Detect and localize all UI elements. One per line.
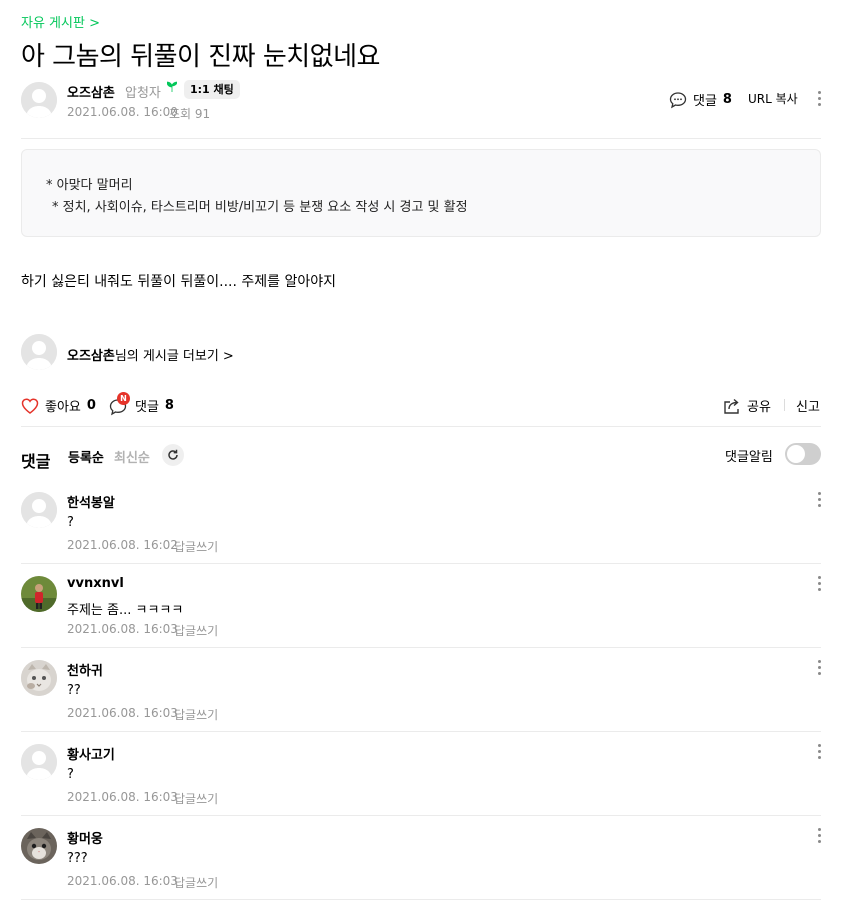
post-title: 아 그놈의 뒤풀이 진짜 눈치없네요 <box>21 42 380 72</box>
comment-avatar[interactable] <box>21 660 57 696</box>
comment-bubble-icon <box>669 91 687 108</box>
action-divider <box>784 399 785 411</box>
sort-latest[interactable]: 최신순 <box>114 447 150 466</box>
comment-more-icon[interactable] <box>818 828 822 846</box>
comment-text: ??? <box>67 851 88 866</box>
share-button[interactable]: 공유 <box>723 396 771 415</box>
post-date: 2021.06.08. 16:00 <box>67 105 178 119</box>
refresh-button[interactable] <box>162 444 184 466</box>
comment-more-icon[interactable] <box>818 744 822 762</box>
author-grade: 압청자 <box>125 86 161 101</box>
sort-registered[interactable]: 등록순 <box>68 447 104 466</box>
reply-button[interactable]: 답글쓰기 <box>174 622 218 639</box>
comment-date: 2021.06.08. 16:02 <box>67 538 178 552</box>
like-count: 0 <box>86 398 96 413</box>
post-content: 하기 싫은티 내줘도 뒤풀이 뒤풀이.... 주제를 알아야지 <box>21 274 336 290</box>
more-posts-suffix: 님의 게시글 더보기 > <box>114 349 234 364</box>
comment-text: ?? <box>67 683 81 698</box>
heart-icon <box>21 397 39 414</box>
author-nickname[interactable]: 오즈삼촌 <box>67 82 115 101</box>
board-link[interactable]: 자유 게시판 > <box>21 12 100 31</box>
default-avatar-icon <box>21 334 57 370</box>
comment-nickname[interactable]: vvnxnvl <box>67 576 124 591</box>
cat-avatar-icon <box>21 660 57 696</box>
divider <box>21 138 821 139</box>
comment-date: 2021.06.08. 16:03 <box>67 706 178 720</box>
comment-notify-label: 댓글알림 <box>725 450 773 465</box>
comment-avatar[interactable] <box>21 576 57 612</box>
comment-action[interactable]: N 댓글 8 <box>109 391 174 415</box>
notice-line-2: * 정치, 사회이슈, 타스트리머 비방/비꼬기 등 분쟁 요소 작성 시 경고… <box>52 200 468 215</box>
comment-avatar[interactable] <box>21 492 57 528</box>
comment-avatar[interactable] <box>21 828 57 864</box>
default-avatar-icon <box>21 744 57 780</box>
report-button[interactable]: 신고 <box>796 396 820 415</box>
default-avatar-icon <box>21 82 57 118</box>
divider <box>21 563 821 564</box>
comment-nickname[interactable]: 한석봉알 <box>67 492 115 511</box>
comment-nickname[interactable]: 황사고기 <box>67 744 115 763</box>
like-button[interactable]: 좋아요 0 <box>21 396 96 415</box>
comment-link-count: 8 <box>722 92 732 107</box>
comment-notify-toggle[interactable] <box>785 443 821 465</box>
more-posts-link[interactable]: 오즈삼촌님의 게시글 더보기 > <box>67 345 234 364</box>
reply-button[interactable]: 답글쓰기 <box>174 790 218 807</box>
comment-action-label: 댓글 <box>135 400 159 415</box>
reply-button[interactable]: 답글쓰기 <box>174 538 218 555</box>
comment-more-icon[interactable] <box>818 576 822 594</box>
refresh-icon <box>168 449 178 460</box>
reply-button[interactable]: 답글쓰기 <box>174 874 218 891</box>
author-avatar[interactable] <box>21 82 57 118</box>
comments-title: 댓글 <box>21 452 51 471</box>
comment-date: 2021.06.08. 16:03 <box>67 874 178 888</box>
post-views: 조회 91 <box>169 107 211 121</box>
notice-line-1: * 아맞다 말머리 <box>46 178 133 193</box>
more-posts-author: 오즈삼촌 <box>67 349 115 364</box>
url-copy-button[interactable]: URL 복사 <box>748 90 798 107</box>
chat-button[interactable]: 1:1 채팅 <box>184 80 240 99</box>
comment-link[interactable]: 댓글 8 <box>669 90 732 109</box>
divider <box>21 426 821 427</box>
comment-date: 2021.06.08. 16:03 <box>67 790 178 804</box>
comment-action-count: 8 <box>164 398 174 413</box>
share-label: 공유 <box>747 400 771 415</box>
comment-nickname[interactable]: 천하귀 <box>67 660 103 679</box>
reply-button[interactable]: 답글쓰기 <box>174 706 218 723</box>
comment-action-icon-wrap: N <box>109 391 130 415</box>
default-avatar-icon <box>21 492 57 528</box>
like-label: 좋아요 <box>45 400 81 415</box>
divider <box>21 647 821 648</box>
comment-text: ? <box>67 767 74 782</box>
comment-link-label: 댓글 <box>693 94 717 109</box>
more-author-avatar[interactable] <box>21 334 57 370</box>
comment-text: 주제는 좀... ㅋㅋㅋㅋ <box>67 603 184 618</box>
photo-avatar-icon <box>21 576 57 612</box>
comment-date: 2021.06.08. 16:03 <box>67 622 178 636</box>
comment-more-icon[interactable] <box>818 660 822 678</box>
post-more-icon[interactable] <box>818 91 822 109</box>
comment-more-icon[interactable] <box>818 492 822 510</box>
new-badge: N <box>117 391 130 405</box>
comment-nickname[interactable]: 황머웅 <box>67 828 103 847</box>
comment-avatar[interactable] <box>21 744 57 780</box>
cat-avatar-icon <box>21 828 57 864</box>
sprout-icon <box>166 81 178 95</box>
divider <box>21 815 821 816</box>
divider <box>21 731 821 732</box>
comment-text: ? <box>67 515 74 530</box>
share-icon <box>724 398 739 414</box>
divider <box>21 899 821 900</box>
notice-box: * 아맞다 말머리 * 정치, 사회이슈, 타스트리머 비방/비꼬기 등 분쟁 … <box>21 149 821 237</box>
